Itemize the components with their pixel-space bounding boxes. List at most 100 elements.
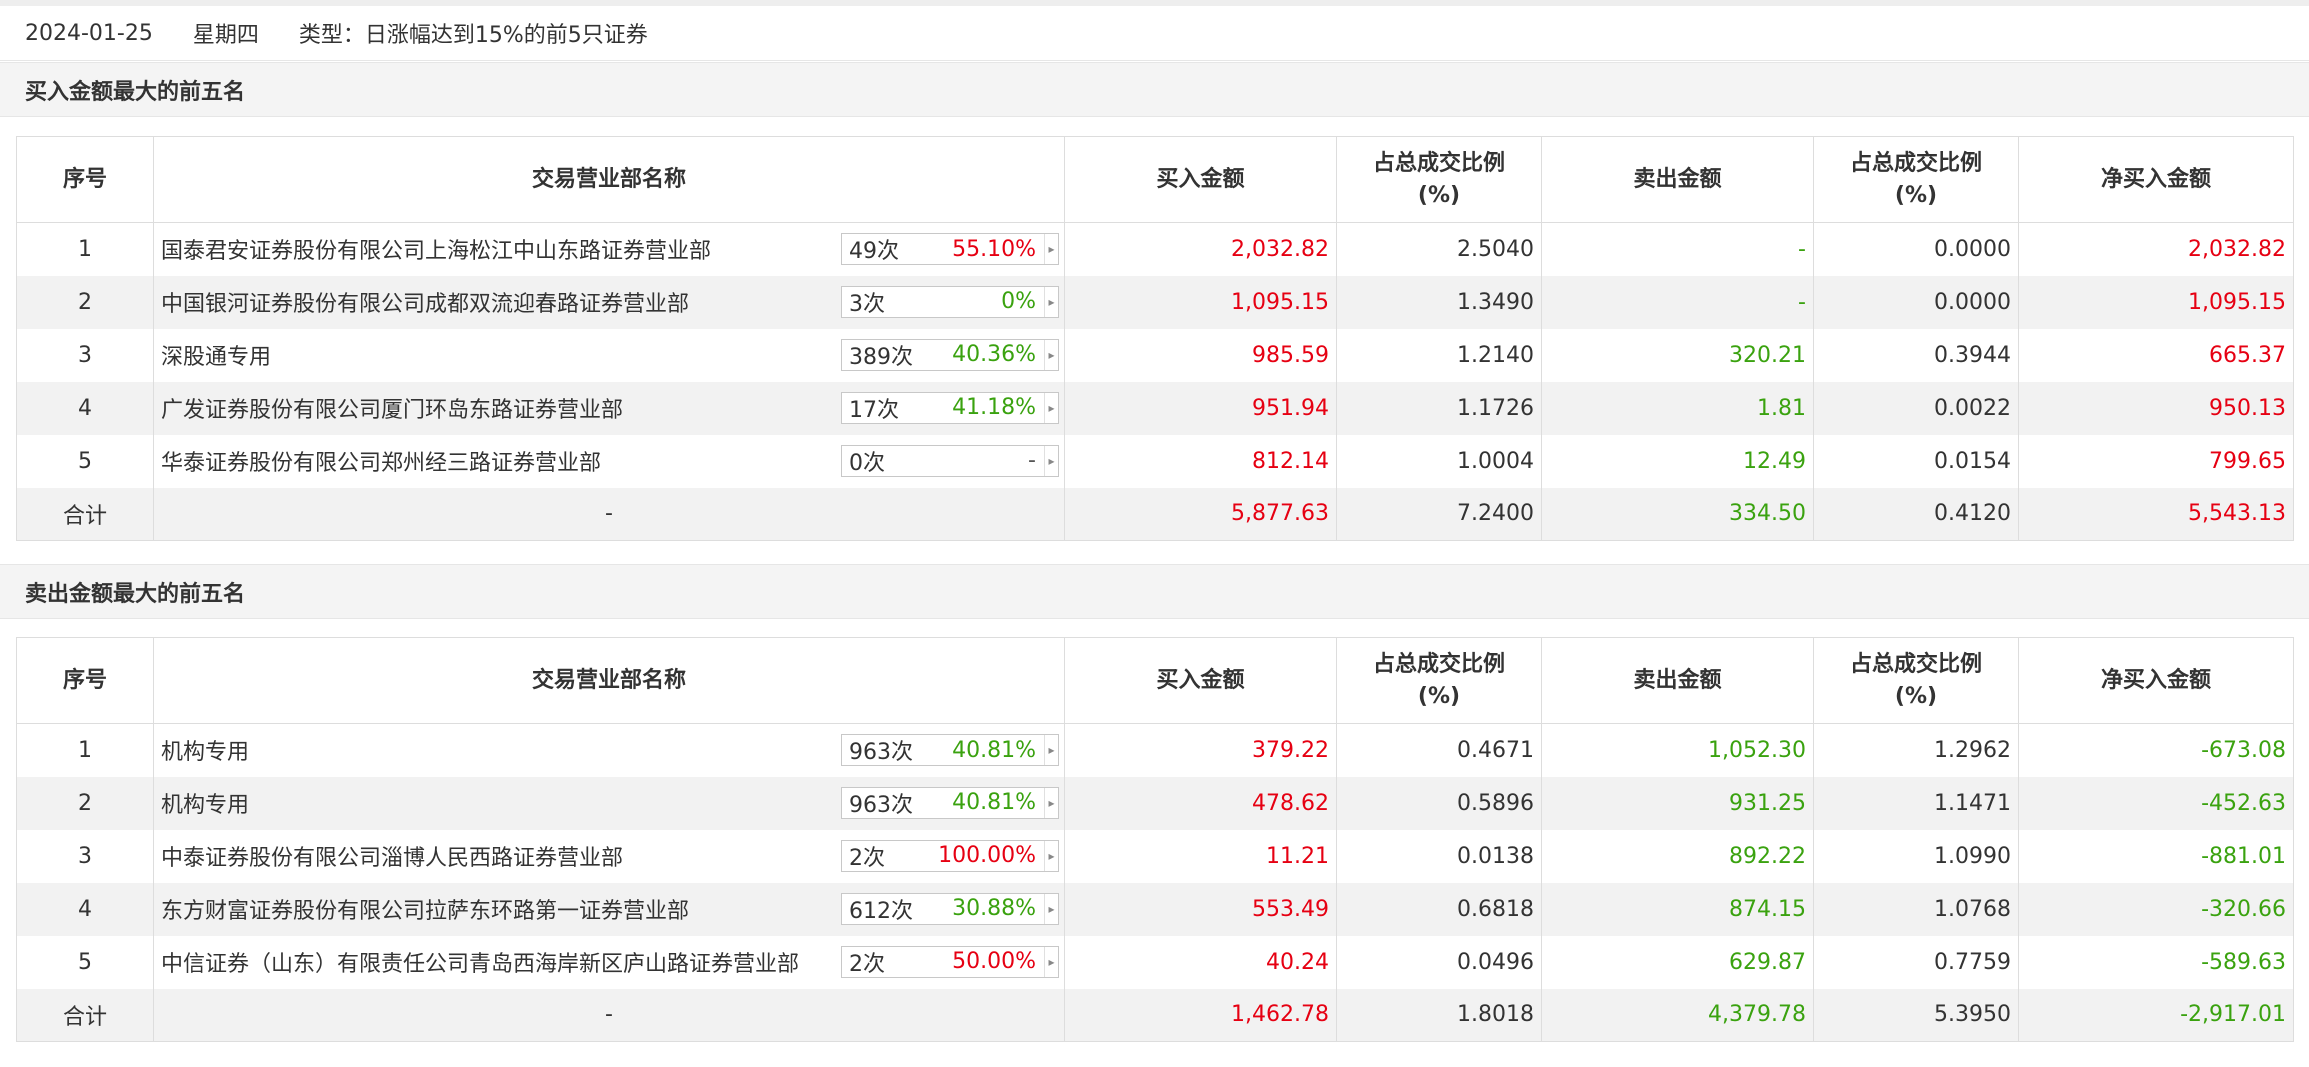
weekday: 星期四 (192, 23, 259, 48)
success-rate: 40.81% (952, 790, 1036, 815)
table-row: 4 广发证券股份有限公司厦门环岛东路证券营业部 17次 41.18% ▸ 951.94 1.… (16, 381, 2294, 435)
branch-name-link[interactable]: 华泰证券股份有限公司郑州经三路证券营业部 (161, 451, 601, 476)
branch-stat-dropdown[interactable]: 0次 - ▸ (841, 444, 1059, 477)
success-rate: 0% (1001, 289, 1036, 314)
success-rate: 30.88% (952, 896, 1036, 921)
success-rate: - (1028, 448, 1036, 473)
sell-ratio: 1.0768 (1813, 882, 2019, 936)
col-buy-amount: 买入金额 (1064, 637, 1337, 724)
row-index: 3 (16, 829, 154, 883)
buy-ratio: 2.5040 (1336, 222, 1542, 276)
buy-top5-table: 序号 交易营业部名称 买入金额 占总成交比例 (%) 卖出金额 占总成交比例 (%)… (16, 136, 2294, 541)
sell-ratio: 0.0000 (1813, 222, 2019, 276)
buy-amount: 11.21 (1064, 829, 1337, 883)
buy-ratio: 1.0004 (1336, 434, 1542, 488)
net-amount: 950.13 (2018, 381, 2294, 435)
branch-name-link[interactable]: 广发证券股份有限公司厦门环岛东路证券营业部 (161, 398, 623, 423)
table-header: 序号 交易营业部名称 买入金额 占总成交比例 (%) 卖出金额 占总成交比例 (%)… (16, 136, 2294, 223)
total-sell-ratio: 5.3950 (1813, 988, 2019, 1042)
sell-ratio: 0.0022 (1813, 381, 2019, 435)
row-index: 4 (16, 882, 154, 936)
buy-amount: 812.14 (1064, 434, 1337, 488)
sell-ratio: 0.0000 (1813, 275, 2019, 329)
branch-name-link[interactable]: 深股通专用 (161, 345, 271, 370)
sell-ratio: 1.1471 (1813, 776, 2019, 830)
branch-stat-dropdown[interactable]: 49次 55.10% ▸ (841, 233, 1059, 265)
listing-count: 0次 (849, 450, 885, 476)
row-index: 2 (16, 275, 154, 329)
row-index: 1 (16, 723, 154, 777)
net-amount: -452.63 (2018, 776, 2294, 830)
total-name: - (153, 487, 1065, 541)
total-sell-ratio: 0.4120 (1813, 487, 2019, 541)
branch-stat-dropdown[interactable]: 2次 100.00% ▸ (841, 839, 1059, 872)
caret-right-icon: ▸ (1044, 946, 1058, 977)
total-buy-amount: 5,877.63 (1064, 487, 1337, 541)
caret-right-icon: ▸ (1044, 234, 1058, 264)
success-rate: 100.00% (938, 843, 1036, 868)
col-net-amount: 净买入金额 (2018, 136, 2294, 223)
col-net-amount: 净买入金额 (2018, 637, 2294, 724)
branch-name-link[interactable]: 机构专用 (161, 793, 249, 818)
col-index: 序号 (16, 637, 154, 724)
buy-amount: 478.62 (1064, 776, 1337, 830)
caret-right-icon: ▸ (1044, 893, 1058, 924)
branch-stat-dropdown[interactable]: 389次 40.36% ▸ (841, 338, 1059, 371)
sell-section-title: 卖出金额最大的前五名 (0, 564, 2309, 619)
branch-stat-dropdown[interactable]: 963次 40.81% ▸ (841, 734, 1059, 766)
branch-name-link[interactable]: 机构专用 (161, 740, 249, 765)
col-branch-name: 交易营业部名称 (153, 637, 1065, 724)
sell-ratio: 0.0154 (1813, 434, 2019, 488)
row-index: 3 (16, 328, 154, 382)
row-index: 5 (16, 434, 154, 488)
total-row: 合计 -1,462.78 1.8018 4,379.78 5.3950 -2,917.01 (16, 988, 2294, 1042)
listing-count: 49次 (849, 239, 899, 264)
sell-amount: 629.87 (1541, 935, 1814, 989)
branch-name-link[interactable]: 中信证券（山东）有限责任公司青岛西海岸新区庐山路证券营业部 (161, 952, 799, 977)
row-index: 5 (16, 935, 154, 989)
branch-cell: 机构专用 963次 40.81% ▸ (153, 723, 1065, 777)
branch-stat-dropdown[interactable]: 963次 40.81% ▸ (841, 786, 1059, 819)
branch-stat-dropdown[interactable]: 612次 30.88% ▸ (841, 892, 1059, 925)
table-row: 2 中国银河证券股份有限公司成都双流迎春路证券营业部 3次 0% ▸ 1,095.15 1.… (16, 275, 2294, 329)
branch-stat-dropdown[interactable]: 3次 0% ▸ (841, 285, 1059, 318)
success-rate: 55.10% (952, 236, 1036, 262)
col-sell-ratio: 占总成交比例 (%) (1813, 637, 2019, 724)
net-amount: -589.63 (2018, 935, 2294, 989)
caret-right-icon: ▸ (1044, 339, 1058, 370)
branch-cell: 华泰证券股份有限公司郑州经三路证券营业部 0次 - ▸ (153, 434, 1065, 488)
branch-cell: 中国银河证券股份有限公司成都双流迎春路证券营业部 3次 0% ▸ (153, 275, 1065, 329)
sell-amount: 874.15 (1541, 882, 1814, 936)
branch-cell: 广发证券股份有限公司厦门环岛东路证券营业部 17次 41.18% ▸ (153, 381, 1065, 435)
col-branch-name: 交易营业部名称 (153, 136, 1065, 223)
total-label: 合计 (16, 988, 154, 1042)
branch-name-link[interactable]: 中泰证券股份有限公司淄博人民西路证券营业部 (161, 846, 623, 871)
sell-amount: - (1541, 222, 1814, 276)
branch-stat-dropdown[interactable]: 2次 50.00% ▸ (841, 945, 1059, 978)
branch-cell: 国泰君安证券股份有限公司上海松江中山东路证券营业部 49次 55.10% ▸ (153, 222, 1065, 276)
total-row: 合计 -5,877.63 7.2400 334.50 0.4120 5,543.13 (16, 487, 2294, 541)
table-row: 4 东方财富证券股份有限公司拉萨东环路第一证券营业部 612次 30.88% ▸ 553.… (16, 882, 2294, 936)
branch-cell: 中泰证券股份有限公司淄博人民西路证券营业部 2次 100.00% ▸ (153, 829, 1065, 883)
col-buy-ratio: 占总成交比例 (%) (1336, 637, 1542, 724)
buy-section-title: 买入金额最大的前五名 (0, 62, 2309, 117)
branch-stat-dropdown[interactable]: 17次 41.18% ▸ (841, 391, 1059, 424)
info-bar: 2024-01-25 星期四 类型：日涨幅达到15%的前5只证券 (0, 6, 2309, 61)
branch-name-link[interactable]: 东方财富证券股份有限公司拉萨东环路第一证券营业部 (161, 899, 689, 924)
table-header: 序号 交易营业部名称 买入金额 占总成交比例 (%) 卖出金额 占总成交比例 (%)… (16, 637, 2294, 724)
sell-amount: 1,052.30 (1541, 723, 1814, 777)
table-row: 2 机构专用 963次 40.81% ▸ 478.62 0.5896 931.25 1.1471… (16, 776, 2294, 830)
col-sell-amount: 卖出金额 (1541, 637, 1814, 724)
branch-name-link[interactable]: 国泰君安证券股份有限公司上海松江中山东路证券营业部 (161, 239, 711, 264)
total-sell-amount: 4,379.78 (1541, 988, 1814, 1042)
listing-count: 963次 (849, 792, 913, 818)
total-buy-ratio: 1.8018 (1336, 988, 1542, 1042)
table-row: 3 中泰证券股份有限公司淄博人民西路证券营业部 2次 100.00% ▸ 11.21 0.0… (16, 829, 2294, 883)
table-row: 1 国泰君安证券股份有限公司上海松江中山东路证券营业部 49次 55.10% ▸ 2,03… (16, 222, 2294, 276)
sell-ratio: 0.3944 (1813, 328, 2019, 382)
branch-name-link[interactable]: 中国银河证券股份有限公司成都双流迎春路证券营业部 (161, 292, 689, 317)
branch-cell: 深股通专用 389次 40.36% ▸ (153, 328, 1065, 382)
listing-count: 2次 (849, 845, 885, 871)
buy-ratio: 0.4671 (1336, 723, 1542, 777)
sell-ratio: 1.2962 (1813, 723, 2019, 777)
